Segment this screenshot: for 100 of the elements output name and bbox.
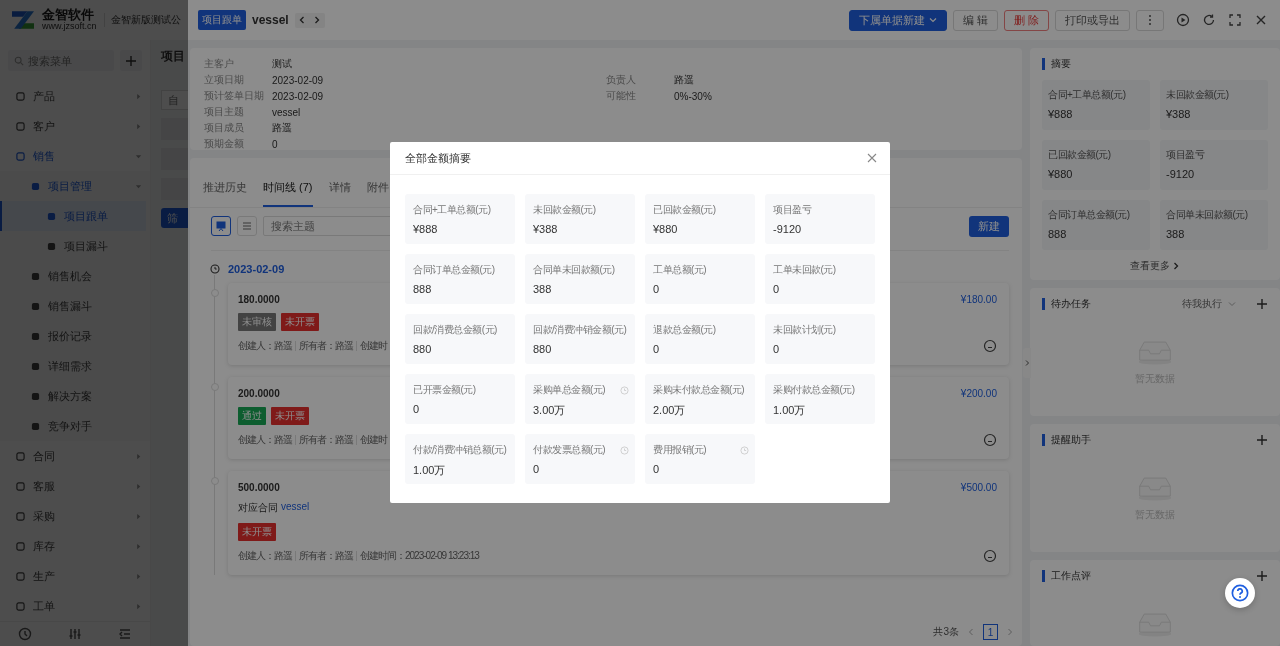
- caret-right-icon: [135, 572, 142, 580]
- amount-value: 1.00万: [773, 403, 807, 418]
- section-title: 待办任务: [1051, 297, 1091, 311]
- view-more-link[interactable]: 查看更多: [1124, 258, 1186, 274]
- amount-value: 0: [413, 403, 421, 415]
- caret-right-icon: [135, 92, 142, 100]
- amount-value: 388: [533, 283, 553, 295]
- page-title: 项目: [161, 48, 185, 65]
- entry-price: ¥200.00: [960, 388, 997, 399]
- chevron-right-icon: [313, 16, 322, 24]
- play-icon[interactable]: [1176, 13, 1190, 27]
- square-icon: [31, 421, 40, 431]
- amount-label: 未回款计划(元): [773, 323, 836, 337]
- caret-right-icon: [135, 542, 142, 550]
- board-icon: [215, 220, 227, 232]
- square-icon: [16, 481, 25, 491]
- chevron-right-icon: [1172, 262, 1180, 270]
- menu-item[interactable]: 项目管理: [0, 171, 150, 201]
- close-icon[interactable]: [867, 153, 877, 163]
- amount-label: 已开票金额(元): [413, 383, 476, 397]
- status-tag: 未开票: [281, 313, 319, 331]
- square-icon: [31, 271, 40, 281]
- square-icon: [16, 511, 25, 521]
- section-title: 提醒助手: [1051, 433, 1091, 447]
- square-icon: [16, 121, 25, 131]
- amount-value: 0: [653, 343, 661, 355]
- tab[interactable]: 详情: [328, 180, 351, 207]
- card-view-button[interactable]: [211, 216, 231, 236]
- entry-price: ¥500.00: [960, 482, 997, 493]
- caret-right-icon: [135, 602, 142, 610]
- amount-label: 合同+工单总额(元): [413, 203, 491, 217]
- action-button[interactable]: 编 辑: [952, 9, 998, 31]
- entry-meta: 所有者：路遥: [299, 339, 353, 353]
- comment-icon[interactable]: [983, 433, 997, 447]
- square-icon: [47, 211, 56, 221]
- section-title: 工作点评: [1051, 569, 1091, 583]
- amount-value: 0: [773, 283, 781, 295]
- amount-value: 3.00万: [533, 403, 567, 418]
- customer-link[interactable]: 测试: [272, 57, 292, 71]
- comment-icon[interactable]: [983, 339, 997, 353]
- amount-label: 合同单未回款额(元): [533, 263, 615, 277]
- filter-dropdown[interactable]: 待我执行: [1176, 296, 1242, 312]
- stat-tile: 合同单未回款额(元) 388: [1160, 200, 1268, 250]
- fullscreen-icon[interactable]: [1228, 13, 1242, 27]
- menu-item[interactable]: 销售: [0, 141, 150, 171]
- square-icon: [31, 301, 40, 311]
- entry-meta: 所有者：路遥: [299, 433, 353, 447]
- refresh-icon[interactable]: [1202, 13, 1216, 27]
- contract-link[interactable]: vessel: [281, 501, 310, 515]
- record-type-tag: 项目跟单: [198, 10, 246, 30]
- square-icon: [16, 451, 25, 461]
- dialog-title: 全部金额摘要: [405, 150, 471, 166]
- close-icon[interactable]: [1254, 13, 1268, 27]
- plus-icon[interactable]: [1256, 434, 1268, 446]
- new-button[interactable]: 新建: [969, 215, 1009, 237]
- amount-value: 0: [773, 343, 781, 355]
- square-icon: [16, 601, 25, 611]
- tab[interactable]: 推进历史: [203, 180, 247, 207]
- entry-meta: 创建时: [360, 433, 387, 447]
- page-button[interactable]: 1: [983, 624, 998, 640]
- caret-down-icon: [135, 152, 142, 160]
- collapse-handle[interactable]: [1023, 348, 1031, 378]
- field-value: 路遥: [272, 121, 292, 135]
- tab[interactable]: 附件: [366, 180, 389, 207]
- amount-value: 880: [533, 343, 553, 355]
- square-icon: [47, 241, 56, 251]
- comment-icon[interactable]: [983, 549, 997, 563]
- search-icon: [14, 55, 24, 66]
- section-title: 摘要: [1051, 57, 1071, 71]
- amount-label: 付款发票总额(元): [533, 443, 606, 457]
- square-icon: [31, 181, 40, 191]
- amount-label: 工单总额(元): [653, 263, 707, 277]
- caret-down-icon: [135, 182, 142, 190]
- sliders-icon[interactable]: [68, 627, 82, 641]
- timeline-date: 2023-02-09: [228, 263, 285, 275]
- entry-price: ¥180.00: [960, 294, 997, 305]
- logo-url: www.jzsoft.cn: [42, 22, 97, 33]
- chevron-down-icon: [1228, 300, 1236, 308]
- chevron-right-icon: [1023, 359, 1031, 367]
- action-button[interactable]: 打印或导出: [1055, 9, 1130, 31]
- action-button[interactable]: 删 除: [1003, 9, 1049, 31]
- field-value: 路遥: [674, 73, 694, 87]
- field-value: 0: [272, 138, 278, 150]
- status-tag: 未开票: [238, 523, 276, 541]
- amount-label: 已回款金额(元): [653, 203, 716, 217]
- entry-amount: 200.0000: [238, 388, 280, 399]
- square-icon: [31, 331, 40, 341]
- action-button[interactable]: 下属单据新建: [848, 9, 947, 31]
- status-tag: 通过: [238, 407, 266, 425]
- status-tag: 未开票: [271, 407, 309, 425]
- tab[interactable]: 时间线 (7): [263, 180, 313, 207]
- logo-name: 金智软件: [42, 7, 95, 22]
- entry-meta: 创建时: [360, 339, 387, 353]
- amount-label: 付款/消费冲销总额(元): [413, 443, 507, 457]
- caret-down-icon: [928, 16, 937, 24]
- plus-icon[interactable]: [1256, 570, 1268, 582]
- square-icon: [16, 151, 25, 161]
- plus-icon[interactable]: [1256, 298, 1268, 310]
- amount-label: 费用报销(元): [653, 443, 707, 457]
- amount-label: 采购单总金额(元): [533, 383, 606, 397]
